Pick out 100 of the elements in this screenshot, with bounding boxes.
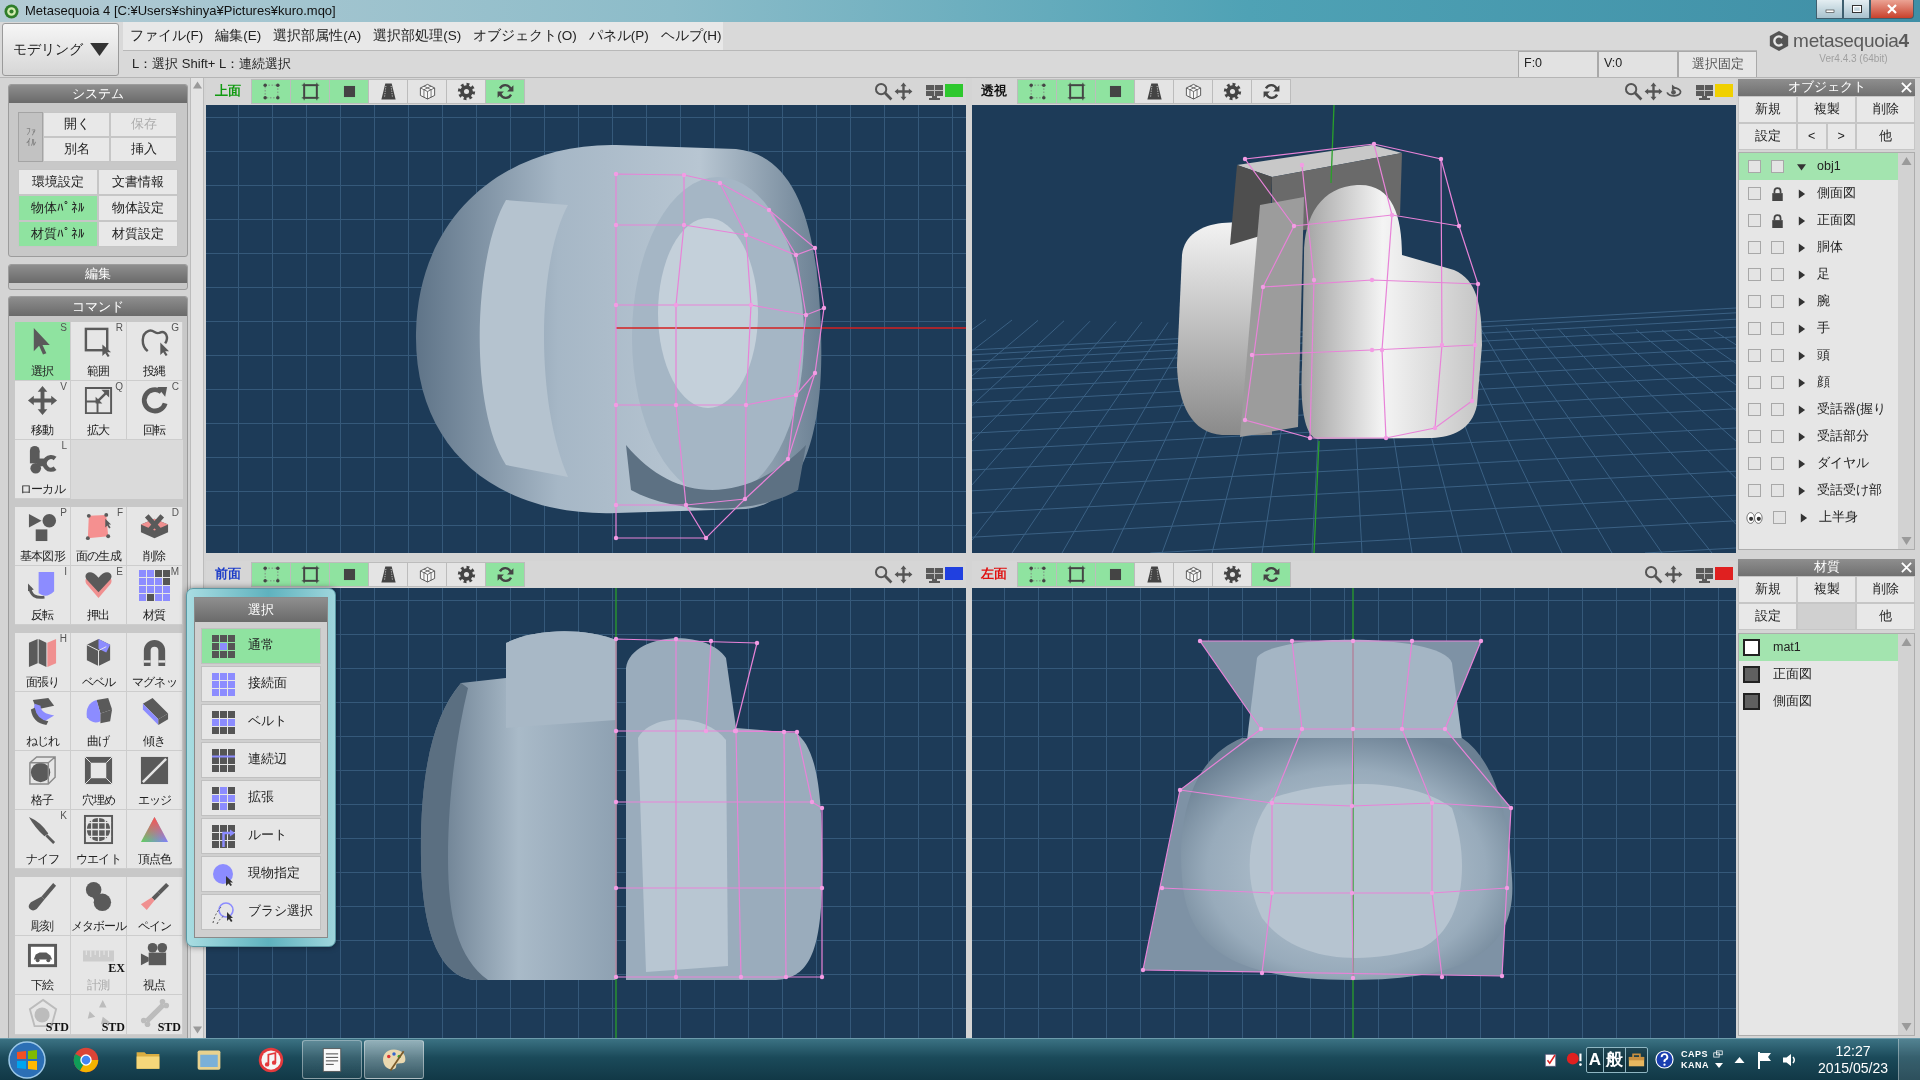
view-toggle-button[interactable]	[1056, 79, 1096, 104]
taskbar-app-button[interactable]	[363, 1040, 424, 1079]
material-list-item[interactable]: mat1	[1739, 634, 1898, 661]
view-toggle-button[interactable]	[1251, 562, 1291, 587]
view-toggle-button[interactable]	[446, 79, 486, 104]
object-list-item[interactable]: 頭	[1739, 342, 1898, 369]
ime-mode-button[interactable]: 般	[1603, 1047, 1626, 1072]
menu-item[interactable]: オブジェクト(O)	[473, 27, 577, 45]
panel-button[interactable]: 設定	[1738, 123, 1797, 150]
view-toggle-button[interactable]	[368, 79, 408, 104]
visibility-checkbox[interactable]	[1748, 430, 1761, 443]
command-button[interactable]: ペイン	[127, 877, 183, 936]
visibility-checkbox[interactable]	[1748, 484, 1761, 497]
lock-checkbox[interactable]	[1771, 484, 1784, 497]
panel-toggle-button[interactable]: 文書情報	[98, 169, 178, 195]
command-button[interactable]: ねじれ	[15, 692, 71, 751]
menu-item[interactable]: ヘルプ(H)	[660, 27, 722, 45]
lock-checkbox[interactable]	[1773, 511, 1786, 524]
visibility-checkbox[interactable]	[1748, 322, 1761, 335]
view-toggle-button[interactable]	[290, 79, 330, 104]
file-button[interactable]: 挿入	[110, 137, 177, 162]
object-list-item[interactable]: 胴体	[1739, 234, 1898, 261]
material-list-item[interactable]: 正面図	[1739, 661, 1898, 688]
view-toggle-button[interactable]	[407, 562, 447, 587]
view-toggle-button[interactable]	[1017, 79, 1057, 104]
panel-button[interactable]: 削除	[1856, 576, 1915, 603]
view-toggle-button[interactable]	[1173, 79, 1213, 104]
file-button[interactable]: 別名	[43, 137, 110, 162]
screen-color-icon[interactable]	[945, 566, 963, 580]
lock-checkbox[interactable]	[1771, 268, 1784, 281]
taskbar-app-button[interactable]	[302, 1040, 362, 1079]
screen-color-icon[interactable]	[1715, 83, 1733, 97]
command-button[interactable]: 彫刻	[15, 877, 71, 936]
command-button[interactable]: 穴埋め	[71, 751, 127, 810]
command-button[interactable]: ウエイト	[71, 810, 127, 869]
ime-mode-button[interactable]: A	[1586, 1047, 1604, 1072]
panel-button[interactable]: >	[1826, 123, 1856, 150]
command-button[interactable]: 傾き	[127, 692, 183, 751]
visibility-checkbox[interactable]	[1748, 403, 1761, 416]
panel-button[interactable]: <	[1797, 123, 1827, 150]
magnifier-icon[interactable]	[874, 82, 893, 101]
select-mode-button[interactable]: ブラシ選択	[201, 894, 321, 930]
select-mode-button[interactable]: 通常	[201, 628, 321, 664]
view-toggle-button[interactable]	[290, 562, 330, 587]
panel-button[interactable]: 新規	[1738, 576, 1797, 603]
command-button[interactable]: 視点	[127, 936, 183, 995]
view-toggle-button[interactable]	[251, 562, 291, 587]
menu-item[interactable]: ファイル(F)	[130, 27, 204, 45]
view-toggle-button[interactable]	[329, 562, 369, 587]
start-button[interactable]	[7, 1039, 47, 1080]
command-button[interactable]: R 範囲	[71, 322, 127, 381]
lock-checkbox[interactable]	[1771, 457, 1784, 470]
command-button[interactable]: D 削除	[127, 507, 183, 566]
view-toggle-button[interactable]	[251, 79, 291, 104]
panel-toggle-button[interactable]: 環境設定	[18, 169, 98, 195]
object-list-item[interactable]: 受話受け部	[1739, 477, 1898, 504]
view-toggle-button[interactable]	[1095, 79, 1135, 104]
command-button[interactable]: L ローカル	[15, 440, 71, 499]
command-button[interactable]: E 押出	[71, 566, 127, 625]
move-arrows-icon[interactable]	[894, 565, 913, 584]
command-button[interactable]: C 回転	[127, 381, 183, 440]
panel-toggle-button[interactable]: 物体設定	[98, 195, 178, 221]
command-button[interactable]: 曲げ	[71, 692, 127, 751]
menu-item[interactable]: 編集(E)	[215, 27, 262, 45]
view-toggle-button[interactable]	[1212, 562, 1252, 587]
object-list-item[interactable]: 足	[1739, 261, 1898, 288]
visibility-checkbox[interactable]	[1748, 349, 1761, 362]
lock-checkbox[interactable]	[1771, 295, 1784, 308]
view-toggle-button[interactable]	[368, 562, 408, 587]
command-button[interactable]: G 投縄	[127, 322, 183, 381]
object-list-item[interactable]: 正面図	[1739, 207, 1898, 234]
close-button[interactable]	[1870, 0, 1914, 19]
viewport-canvas[interactable]	[972, 105, 1736, 553]
magnifier-icon[interactable]	[874, 565, 893, 584]
screen-color-icon[interactable]	[945, 83, 963, 97]
object-list-item[interactable]: ダイヤル	[1739, 450, 1898, 477]
lock-checkbox[interactable]	[1771, 430, 1784, 443]
command-button[interactable]: P 基本図形	[15, 507, 71, 566]
object-list-item[interactable]: 受話部分	[1739, 423, 1898, 450]
panel-button[interactable]: 新規	[1738, 96, 1797, 123]
view-toggle-button[interactable]	[1017, 562, 1057, 587]
visibility-checkbox[interactable]	[1748, 457, 1761, 470]
select-mode-button[interactable]: 接続面	[201, 666, 321, 702]
select-mode-button[interactable]: ルート	[201, 818, 321, 854]
command-button[interactable]: K ナイフ	[15, 810, 71, 869]
maximize-button[interactable]	[1843, 0, 1870, 19]
menu-item[interactable]: パネル(P)	[588, 27, 649, 45]
scrollbar[interactable]	[1898, 634, 1914, 1035]
menu-item[interactable]: 選択部属性(A)	[273, 27, 362, 45]
object-list-item[interactable]: 顔	[1739, 369, 1898, 396]
panel-button[interactable]: 削除	[1856, 96, 1915, 123]
panel-button[interactable]: 設定	[1738, 603, 1797, 630]
screen-color-icon[interactable]	[1715, 566, 1733, 580]
view-toggle-button[interactable]	[1095, 562, 1135, 587]
visibility-checkbox[interactable]	[1748, 214, 1761, 227]
visibility-checkbox[interactable]	[1748, 187, 1761, 200]
view-toggle-button[interactable]	[407, 79, 447, 104]
command-button[interactable]: Q 拡大	[71, 381, 127, 440]
command-button[interactable]: M 材質	[127, 566, 183, 625]
material-list-item[interactable]: 側面図	[1739, 688, 1898, 715]
